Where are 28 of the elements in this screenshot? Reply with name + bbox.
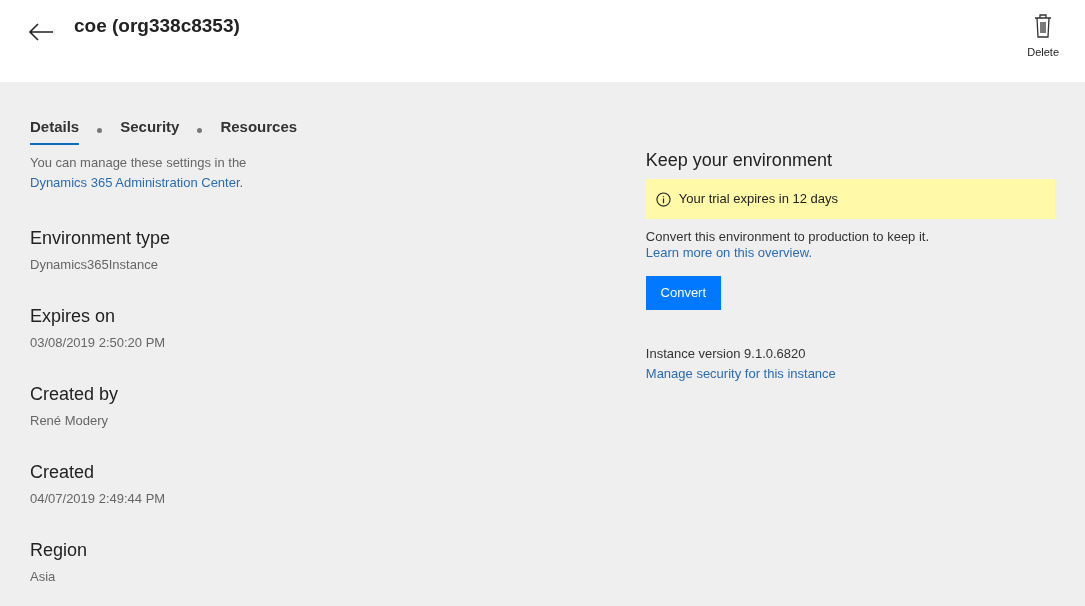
section-heading: Keep your environment xyxy=(645,149,833,172)
field-label: Expires on xyxy=(30,304,117,327)
page-title: coe (org338c8353) xyxy=(74,14,240,38)
tab[interactable]: Resources xyxy=(220,116,298,145)
notice-text: Your trial expires in 12 days xyxy=(678,190,838,209)
tab[interactable]: Security xyxy=(120,116,180,145)
tab[interactable]: Details xyxy=(30,116,80,145)
trash-icon xyxy=(1034,14,1053,38)
field-value: Asia xyxy=(30,568,57,585)
instance-version: Instance version 9.1.0.6820 xyxy=(645,345,807,363)
field-label: Environment type xyxy=(30,226,172,249)
field-value: 04/07/2019 2:49:44 PM xyxy=(30,490,167,507)
back-arrow-icon xyxy=(28,22,54,42)
admin-center-link[interactable]: Dynamics 365 Administration Center xyxy=(30,174,240,190)
delete-button[interactable]: Delete xyxy=(1027,14,1059,61)
intro-text: You can manage these settings in the Dynamics 365 Administration Center. xyxy=(30,153,248,192)
field-value: 03/08/2019 2:50:20 PM xyxy=(30,334,167,351)
field-label: Region xyxy=(30,538,89,561)
manage-security-link[interactable]: Manage security for this instance xyxy=(645,364,836,384)
field-label: Created by xyxy=(30,382,120,405)
learn-more-link[interactable]: Learn more on this overview. xyxy=(645,245,812,260)
field-value: Dynamics365Instance xyxy=(30,256,159,273)
field-label: Created xyxy=(30,460,96,483)
info-icon xyxy=(655,191,671,207)
field-value: René Modery xyxy=(30,412,110,429)
back-button[interactable] xyxy=(28,22,54,42)
convert-text: Convert this environment to production to keep it. Learn more on this overview. xyxy=(645,229,931,261)
convert-button[interactable]: Convert xyxy=(645,276,721,310)
